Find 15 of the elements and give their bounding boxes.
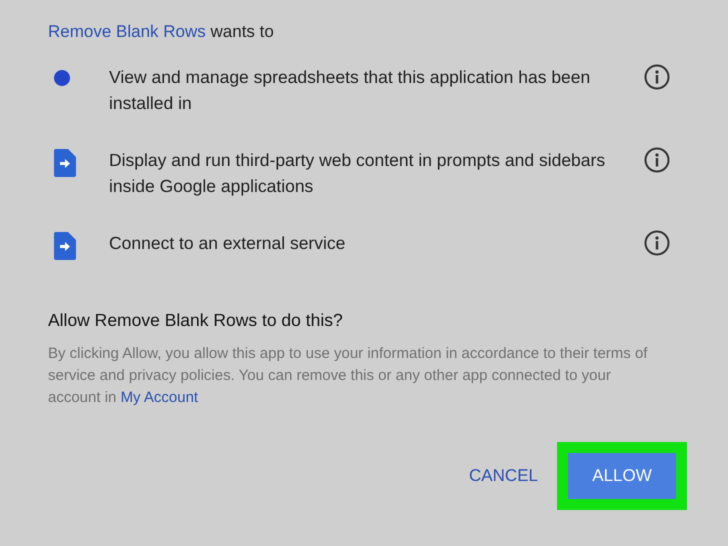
dot-icon [54,70,70,86]
dialog-title: Remove Blank Rows wants to [48,22,275,42]
allow-button[interactable]: ALLOW [568,453,676,499]
cancel-button[interactable]: CANCEL [469,458,538,494]
permission-text: Display and run third-party web content in prompts and sidebars inside Google applications [109,149,606,198]
info-icon[interactable] [644,147,670,173]
permission-question: Allow Remove Blank Rows to do this? [48,310,344,331]
document-arrow-icon [54,149,76,177]
permission-text: View and manage spreadsheets that this application has been installed in [109,66,592,115]
info-icon[interactable] [644,230,670,256]
permission-text: Connect to an external service [109,232,346,255]
info-icon[interactable] [644,64,670,90]
account-link[interactable]: My Account [120,389,198,406]
disclaimer-text: By clicking Allow, you allow this app to use your information in accordance to their terms of service and privacy policies. You can remove this or any other app connected to your account in My Account [48,344,648,408]
document-arrow-icon [54,232,76,260]
